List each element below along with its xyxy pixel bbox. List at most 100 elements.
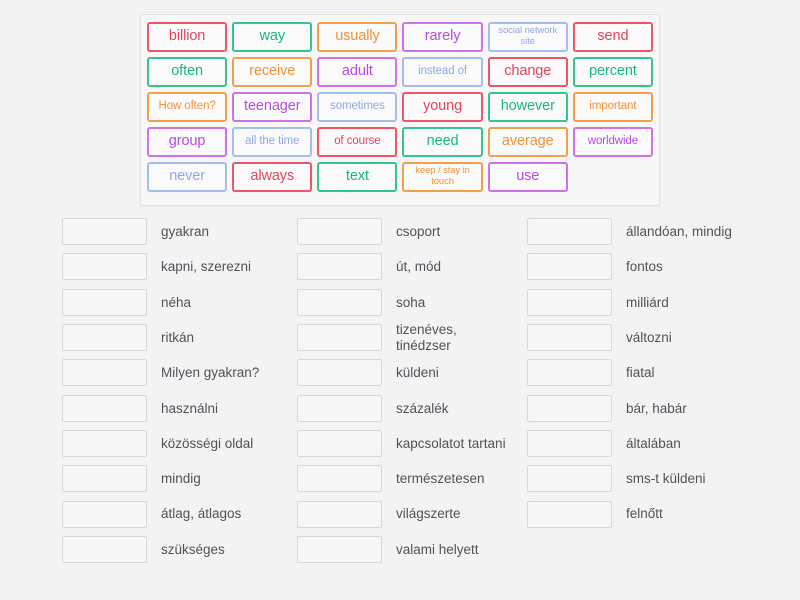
drop-slot[interactable] xyxy=(297,394,382,422)
word-tile[interactable]: change xyxy=(487,57,568,87)
drop-slot[interactable] xyxy=(62,394,147,422)
answer-row: közösségi oldal xyxy=(62,426,297,461)
word-tile[interactable]: sometimes xyxy=(317,92,398,122)
answer-row: sms-t küldeni xyxy=(527,461,772,496)
answer-label: fiatal xyxy=(626,365,655,381)
word-tile[interactable]: rarely xyxy=(402,22,483,52)
word-tile[interactable]: social network site xyxy=(487,22,568,52)
word-tile[interactable]: never xyxy=(147,162,228,192)
answer-row: ritkán xyxy=(62,320,297,355)
word-tile[interactable]: important xyxy=(572,92,653,122)
answer-label: fontos xyxy=(626,259,663,275)
word-tile[interactable]: adult xyxy=(317,57,398,87)
answer-label: milliárd xyxy=(626,294,669,310)
answer-label: átlag, átlagos xyxy=(161,506,242,522)
word-tile[interactable]: of course xyxy=(317,127,398,157)
drop-slot[interactable] xyxy=(527,429,612,457)
drop-slot[interactable] xyxy=(297,359,382,387)
word-tile[interactable]: send xyxy=(572,22,653,52)
answer-row: százalék xyxy=(297,390,527,425)
answer-label: Milyen gyakran? xyxy=(161,365,260,381)
word-tile[interactable]: receive xyxy=(232,57,313,87)
drop-slot[interactable] xyxy=(62,359,147,387)
answer-label: bár, habár xyxy=(626,400,687,416)
answer-label: szükséges xyxy=(161,541,225,557)
drop-slot[interactable] xyxy=(297,429,382,457)
drop-slot[interactable] xyxy=(62,324,147,352)
word-tile[interactable]: text xyxy=(317,162,398,192)
drop-slot[interactable] xyxy=(527,253,612,281)
word-tile[interactable]: always xyxy=(232,162,313,192)
drop-slot[interactable] xyxy=(62,218,147,246)
answer-row: csoport xyxy=(297,214,527,249)
drop-slot[interactable] xyxy=(527,288,612,316)
word-tile[interactable]: average xyxy=(487,127,568,157)
drop-slot[interactable] xyxy=(297,218,382,246)
drop-slot[interactable] xyxy=(62,253,147,281)
answer-label: soha xyxy=(396,294,426,310)
word-tile[interactable]: worldwide xyxy=(572,127,653,157)
word-tile[interactable]: instead of xyxy=(402,57,483,87)
word-tile[interactable]: all the time xyxy=(232,127,313,157)
drop-slot[interactable] xyxy=(527,324,612,352)
answer-row: általában xyxy=(527,426,772,461)
word-tile[interactable]: How often? xyxy=(147,92,228,122)
answer-row: szükséges xyxy=(62,532,297,567)
drop-slot[interactable] xyxy=(297,535,382,563)
word-tile[interactable]: group xyxy=(147,127,228,157)
word-tile-placeholder xyxy=(573,162,653,192)
answer-row: átlag, átlagos xyxy=(62,496,297,531)
answer-row: kapni, szerezni xyxy=(62,249,297,284)
answer-row: tizenéves, tinédzser xyxy=(297,320,527,355)
answer-label: mindig xyxy=(161,471,201,487)
answer-row: kapcsolatot tartani xyxy=(297,426,527,461)
answer-label: változni xyxy=(626,329,672,345)
drop-slot[interactable] xyxy=(62,429,147,457)
drop-slot[interactable] xyxy=(527,359,612,387)
answer-row: valami helyett xyxy=(297,532,527,567)
drop-slot[interactable] xyxy=(527,465,612,493)
answer-row: természetesen xyxy=(297,461,527,496)
answer-label: világszerte xyxy=(396,506,461,522)
answer-label: természetesen xyxy=(396,471,485,487)
drop-slot[interactable] xyxy=(297,500,382,528)
drop-slot[interactable] xyxy=(62,465,147,493)
drop-slot[interactable] xyxy=(297,465,382,493)
drop-slot[interactable] xyxy=(62,500,147,528)
word-tile[interactable]: usually xyxy=(317,22,398,52)
drop-slot[interactable] xyxy=(297,288,382,316)
word-tile[interactable]: way xyxy=(232,22,313,52)
drop-slot[interactable] xyxy=(62,288,147,316)
word-tile[interactable]: young xyxy=(402,92,483,122)
answer-row: gyakran xyxy=(62,214,297,249)
answer-row: küldeni xyxy=(297,355,527,390)
answer-row: világszerte xyxy=(297,496,527,531)
answer-column-2: csoport út, mód soha tizenéves, tinédzser kü… xyxy=(297,214,527,594)
word-tile[interactable]: however xyxy=(487,92,568,122)
answer-row: néha xyxy=(62,285,297,320)
answer-label: sms-t küldeni xyxy=(626,471,706,487)
answer-label: út, mód xyxy=(396,259,442,275)
answer-label: küldeni xyxy=(396,365,439,381)
word-tile[interactable]: use xyxy=(487,162,568,192)
answer-row: soha xyxy=(297,285,527,320)
answer-label: kapni, szerezni xyxy=(161,259,252,275)
drop-slot[interactable] xyxy=(297,324,382,352)
drop-slot[interactable] xyxy=(527,218,612,246)
word-tile[interactable]: need xyxy=(402,127,483,157)
word-tile[interactable]: keep / stay in touch xyxy=(402,162,483,192)
answer-row: fontos xyxy=(527,249,772,284)
word-tile[interactable]: percent xyxy=(572,57,653,87)
answer-label: valami helyett xyxy=(396,541,479,557)
drop-slot[interactable] xyxy=(62,535,147,563)
word-tile[interactable]: often xyxy=(147,57,228,87)
drop-slot[interactable] xyxy=(297,253,382,281)
answer-label: használni xyxy=(161,400,219,416)
answer-label: felnőtt xyxy=(626,506,663,522)
answer-label: tizenéves, tinédzser xyxy=(396,322,457,353)
answer-row: Milyen gyakran? xyxy=(62,355,297,390)
word-tile[interactable]: billion xyxy=(147,22,228,52)
drop-slot[interactable] xyxy=(527,500,612,528)
drop-slot[interactable] xyxy=(527,394,612,422)
word-tile[interactable]: teenager xyxy=(232,92,313,122)
